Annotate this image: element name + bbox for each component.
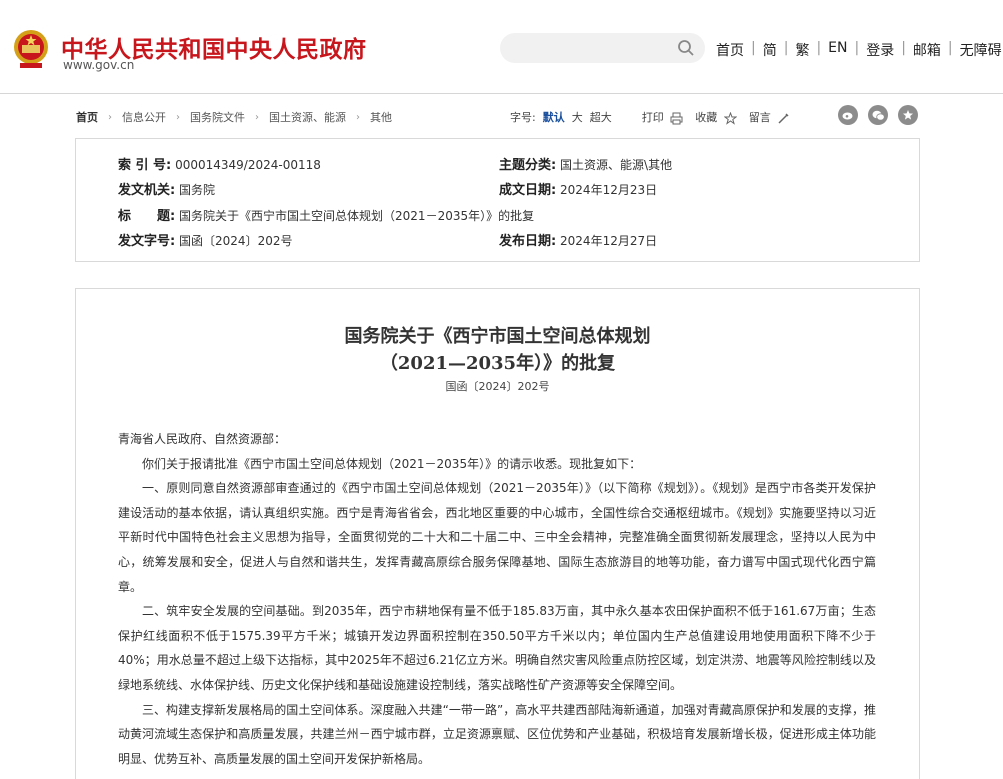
comment-button[interactable]: 留言	[749, 109, 791, 125]
chevron-right-icon: ›	[108, 111, 112, 123]
meta-publish-label: 发布日期:	[499, 234, 557, 249]
print-label: 打印	[641, 111, 664, 124]
article-doc-number: 国函〔2024〕202号	[445, 380, 550, 393]
breadcrumb: 首页 › 信息公开 › 国务院文件 › 国土资源、能源 › 其他	[76, 109, 392, 125]
comment-label: 留言	[748, 111, 771, 124]
article-body: 青海省人民政府、自然资源部： 你们关于报请批准《西宁市国土空间总体规划（2021…	[118, 427, 876, 771]
paragraph: 你们关于报请批准《西宁市国土空间总体规划（2021－2035年）》的请示收悉。现…	[142, 456, 642, 471]
national-emblem-icon[interactable]	[12, 27, 50, 71]
divider: |	[783, 40, 789, 56]
breadcrumb-category[interactable]: 国土资源、能源	[269, 109, 346, 125]
nav-traditional-link[interactable]: 繁	[795, 40, 809, 60]
favorite-button[interactable]: 收藏	[695, 109, 737, 125]
meta-topic-value: 国土资源、能源\其他	[560, 158, 673, 172]
breadcrumb-home[interactable]: 首页	[76, 109, 98, 125]
meta-title: 标 题: 国务院关于《西宁市国土空间总体规划（2021－2035年）》的批复	[118, 205, 534, 224]
pencil-icon	[778, 112, 789, 124]
nav-home-link[interactable]: 首页	[716, 40, 744, 60]
weibo-icon	[842, 112, 853, 120]
meta-issuer-label: 发文机关:	[118, 183, 176, 198]
paragraph: 二、筑牢安全发展的空间基础。到2035年，西宁市耕地保有量不低于185.83万亩…	[118, 604, 876, 692]
meta-publish-date: 发布日期: 2024年12月27日	[499, 230, 657, 249]
nav-login-link[interactable]: 登录	[866, 40, 894, 60]
divider: |	[947, 40, 953, 56]
meta-index-label: 索 引 号:	[118, 158, 172, 173]
breadcrumb-docs[interactable]: 国务院文件	[190, 109, 245, 125]
meta-title-label: 标 题:	[118, 209, 176, 224]
nav-english-link[interactable]: EN	[828, 40, 847, 60]
meta-index: 索 引 号: 000014349/2024-00118	[118, 154, 321, 173]
meta-date-written-label: 成文日期:	[499, 183, 557, 198]
font-large-button[interactable]: 大	[572, 109, 583, 125]
divider: |	[751, 40, 756, 56]
article-panel: 国务院关于《西宁市国土空间总体规划 （2021—2035年）》的批复 国函〔20…	[75, 288, 920, 779]
chevron-right-icon: ›	[356, 111, 360, 123]
article-title-line2: （2021—2035年）》的批复	[379, 353, 616, 374]
font-default-button[interactable]: 默认	[543, 109, 565, 125]
font-size-label: 字号:	[510, 111, 536, 124]
favorite-label: 收藏	[695, 111, 718, 124]
star-icon	[903, 110, 913, 120]
print-button[interactable]: 打印	[642, 109, 684, 125]
site-header: 中华人民共和国中央人民政府 www.gov.cn 首页 | 简 | 繁 | EN…	[0, 0, 1003, 94]
site-url: www.gov.cn	[63, 58, 135, 72]
nav-simplified-link[interactable]: 简	[763, 40, 777, 60]
article-title-line1: 国务院关于《西宁市国土空间总体规划	[344, 326, 651, 347]
paragraph: 一、原则同意自然资源部审查通过的《西宁市国土空间总体规划（2021－2035年）…	[118, 481, 876, 594]
weibo-share-button[interactable]	[838, 105, 858, 125]
chevron-right-icon: ›	[176, 111, 180, 123]
wechat-share-button[interactable]	[868, 105, 888, 125]
printer-icon	[670, 112, 683, 124]
meta-title-value: 国务院关于《西宁市国土空间总体规划（2021－2035年）》的批复	[179, 209, 535, 223]
meta-issuer-value: 国务院	[179, 183, 216, 197]
meta-issuer: 发文机关: 国务院	[118, 179, 215, 198]
breadcrumb-current[interactable]: 其他	[370, 109, 392, 125]
top-nav-links: 首页 | 简 | 繁 | EN | 登录 | 邮箱 | 无障碍	[716, 40, 1002, 60]
meta-doc-no: 发文字号: 国函〔2024〕202号	[118, 230, 292, 249]
nav-accessibility-link[interactable]: 无障碍	[960, 40, 1002, 60]
meta-doc-no-value: 国函〔2024〕202号	[179, 234, 293, 248]
share-buttons	[838, 105, 928, 125]
meta-publish-value: 2024年12月27日	[560, 234, 658, 248]
search-icon[interactable]	[677, 39, 695, 57]
paragraph: 三、构建支撑新发展格局的国土空间体系。深度融入共建“一带一路”，高水平共建西部陆…	[118, 702, 876, 766]
meta-topic: 主题分类: 国土资源、能源\其他	[499, 154, 672, 173]
favorite-share-button[interactable]	[898, 105, 918, 125]
search-input[interactable]	[500, 33, 705, 63]
font-xlarge-button[interactable]: 超大	[590, 109, 612, 125]
meta-doc-no-label: 发文字号:	[118, 234, 176, 249]
article-tools: 字号: 默认 大 超大 打印 收藏 留言	[510, 109, 790, 125]
star-icon	[723, 111, 737, 125]
divider: |	[854, 40, 860, 56]
divider: |	[901, 40, 906, 56]
chevron-right-icon: ›	[255, 111, 259, 123]
wechat-icon	[872, 110, 885, 121]
meta-date-written-value: 2024年12月23日	[560, 183, 658, 197]
breadcrumb-info[interactable]: 信息公开	[122, 109, 166, 125]
document-meta-panel: 索 引 号: 000014349/2024-00118 主题分类: 国土资源、能…	[75, 138, 920, 262]
nav-mail-link[interactable]: 邮箱	[913, 40, 941, 60]
meta-index-value: 000014349/2024-00118	[175, 158, 321, 172]
salutation: 青海省人民政府、自然资源部：	[118, 432, 287, 446]
meta-topic-label: 主题分类:	[499, 158, 557, 173]
divider: |	[816, 40, 822, 56]
meta-date-written: 成文日期: 2024年12月23日	[499, 179, 657, 198]
